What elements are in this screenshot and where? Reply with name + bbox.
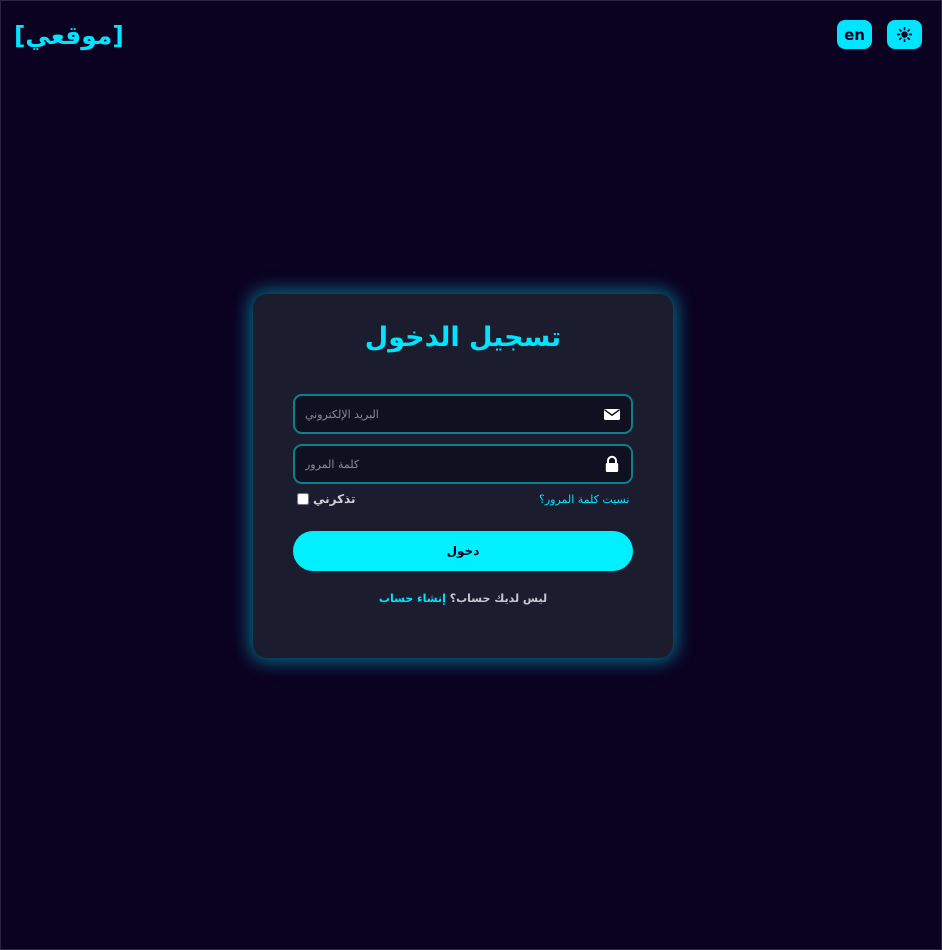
- password-field-wrapper: [293, 444, 633, 484]
- remember-me-checkbox[interactable]: [297, 493, 309, 505]
- options-row: تذكرني نسيت كلمة المرور؟: [293, 492, 633, 510]
- language-toggle-button[interactable]: en: [837, 20, 872, 49]
- login-submit-button[interactable]: دخول: [293, 531, 633, 571]
- email-field-wrapper: [293, 394, 633, 434]
- language-toggle-label: en: [844, 25, 865, 44]
- forgot-password-link[interactable]: نسيت كلمة المرور؟: [539, 493, 629, 506]
- no-account-text: ليس لديك حساب؟: [449, 592, 548, 605]
- login-card: تسجيل الدخول تذكرني نسيت كلمة المرور؟ دخ…: [253, 294, 673, 658]
- login-title: تسجيل الدخول: [364, 322, 562, 353]
- email-input[interactable]: [295, 396, 631, 432]
- sun-icon: [897, 27, 912, 42]
- remember-me: تذكرني: [297, 492, 356, 506]
- password-input[interactable]: [295, 446, 631, 482]
- login-page: [موقعي] en تسجيل الدخول البريد الإلكترون…: [0, 0, 942, 950]
- remember-me-label[interactable]: تذكرني: [313, 492, 356, 506]
- site-logo[interactable]: [موقعي]: [14, 21, 124, 50]
- signup-link[interactable]: إنشاء حساب: [379, 592, 446, 605]
- signup-prompt: ليس لديك حساب؟ إنشاء حساب: [253, 592, 673, 605]
- envelope-icon: [604, 409, 620, 420]
- theme-toggle-button[interactable]: [887, 20, 922, 49]
- lock-icon: [605, 455, 619, 472]
